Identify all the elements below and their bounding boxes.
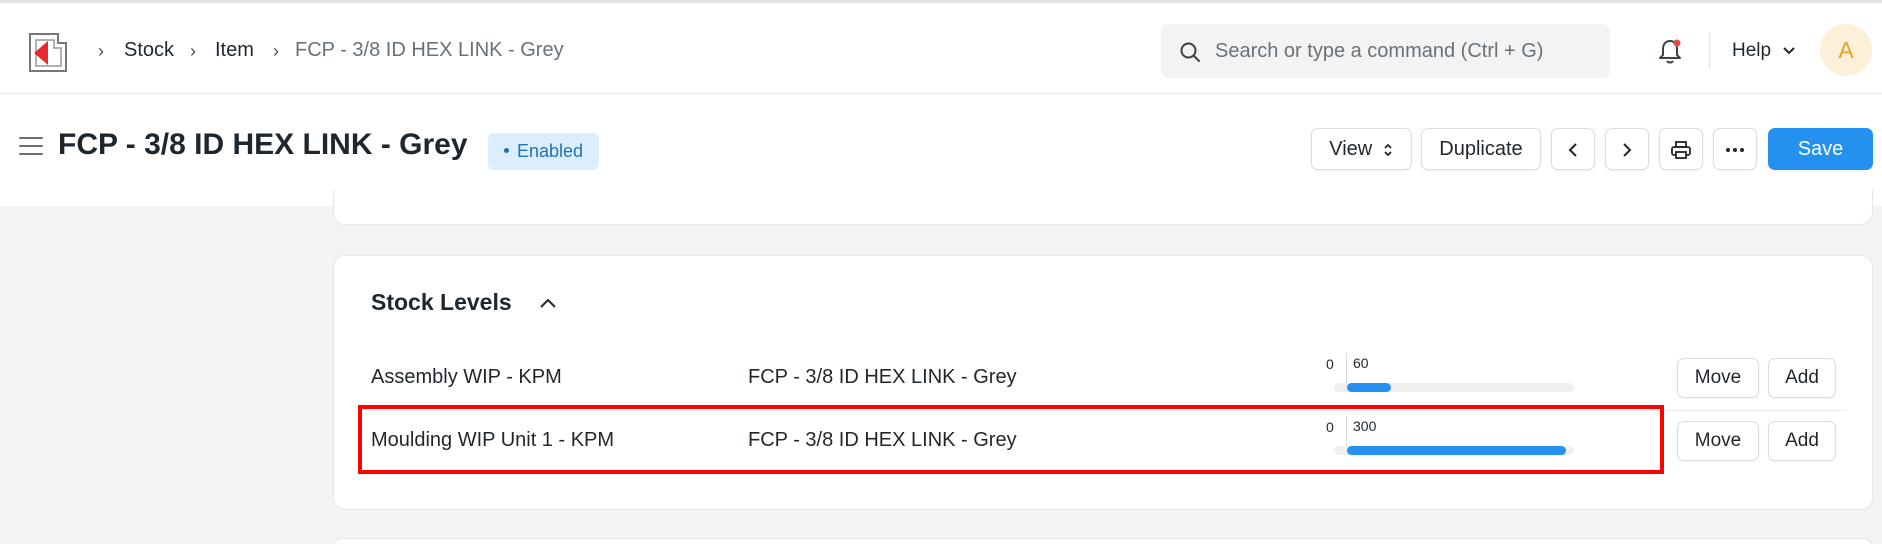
add-button[interactable]: Add xyxy=(1768,358,1836,398)
chevron-up-icon[interactable] xyxy=(537,296,559,310)
next-button[interactable] xyxy=(1605,128,1649,170)
breadcrumb-current[interactable]: FCP - 3/8 ID HEX LINK - Grey xyxy=(295,39,564,62)
search-input[interactable]: Search or type a command (Ctrl + G) xyxy=(1215,40,1543,63)
section-card xyxy=(333,190,1873,225)
navbar: › Stock › Item › FCP - 3/8 ID HEX LINK -… xyxy=(0,0,1882,94)
bell-icon[interactable] xyxy=(1656,37,1684,65)
item-name: FCP - 3/8 ID HEX LINK - Grey xyxy=(748,366,1017,388)
move-button[interactable]: Move xyxy=(1677,421,1759,461)
status-label: Enabled xyxy=(517,141,584,161)
breadcrumb-stock[interactable]: Stock xyxy=(124,39,174,62)
save-button[interactable]: Save xyxy=(1768,128,1873,170)
view-button[interactable]: View xyxy=(1311,128,1412,170)
status-badge: Enabled xyxy=(488,133,600,170)
help-dropdown[interactable]: Help xyxy=(1732,40,1796,62)
chevron-right-icon: › xyxy=(273,41,279,61)
chevron-right-icon xyxy=(1623,143,1632,157)
logo-icon[interactable] xyxy=(24,31,70,75)
stock-row: Assembly WIP - KPM FCP - 3/8 ID HEX LINK… xyxy=(334,345,1874,409)
warehouse-name[interactable]: Assembly WIP - KPM xyxy=(371,366,562,389)
search-bar[interactable]: Search or type a command (Ctrl + G) xyxy=(1161,24,1610,78)
chevron-left-icon xyxy=(1568,143,1577,157)
search-icon xyxy=(1180,42,1200,62)
highlight-box xyxy=(358,405,1664,474)
breadcrumb-item[interactable]: Item xyxy=(215,39,254,62)
chevron-right-icon: › xyxy=(98,41,104,61)
sort-icon xyxy=(1384,143,1392,156)
add-button[interactable]: Add xyxy=(1768,421,1836,461)
printer-icon xyxy=(1671,140,1691,159)
qty-label: 60 xyxy=(1353,355,1369,371)
move-button[interactable]: Move xyxy=(1677,358,1759,398)
help-label: Help xyxy=(1732,40,1772,61)
chevron-right-icon: › xyxy=(190,41,196,61)
duplicate-button[interactable]: Duplicate xyxy=(1421,128,1541,170)
page-title: FCP - 3/8 ID HEX LINK - Grey xyxy=(58,128,468,161)
section-title: Stock Levels xyxy=(371,289,512,315)
hamburger-icon[interactable] xyxy=(19,137,43,157)
more-button[interactable] xyxy=(1713,128,1757,170)
view-label: View xyxy=(1329,138,1373,160)
min-label: 0 xyxy=(1326,356,1334,372)
chevron-down-icon xyxy=(1783,47,1796,55)
more-icon xyxy=(1726,147,1744,152)
divider xyxy=(1709,32,1710,68)
avatar[interactable]: A xyxy=(1820,24,1872,76)
qty-bar-fill xyxy=(1347,383,1391,392)
previous-button[interactable] xyxy=(1551,128,1595,170)
print-button[interactable] xyxy=(1659,128,1703,170)
section-card xyxy=(333,538,1873,544)
